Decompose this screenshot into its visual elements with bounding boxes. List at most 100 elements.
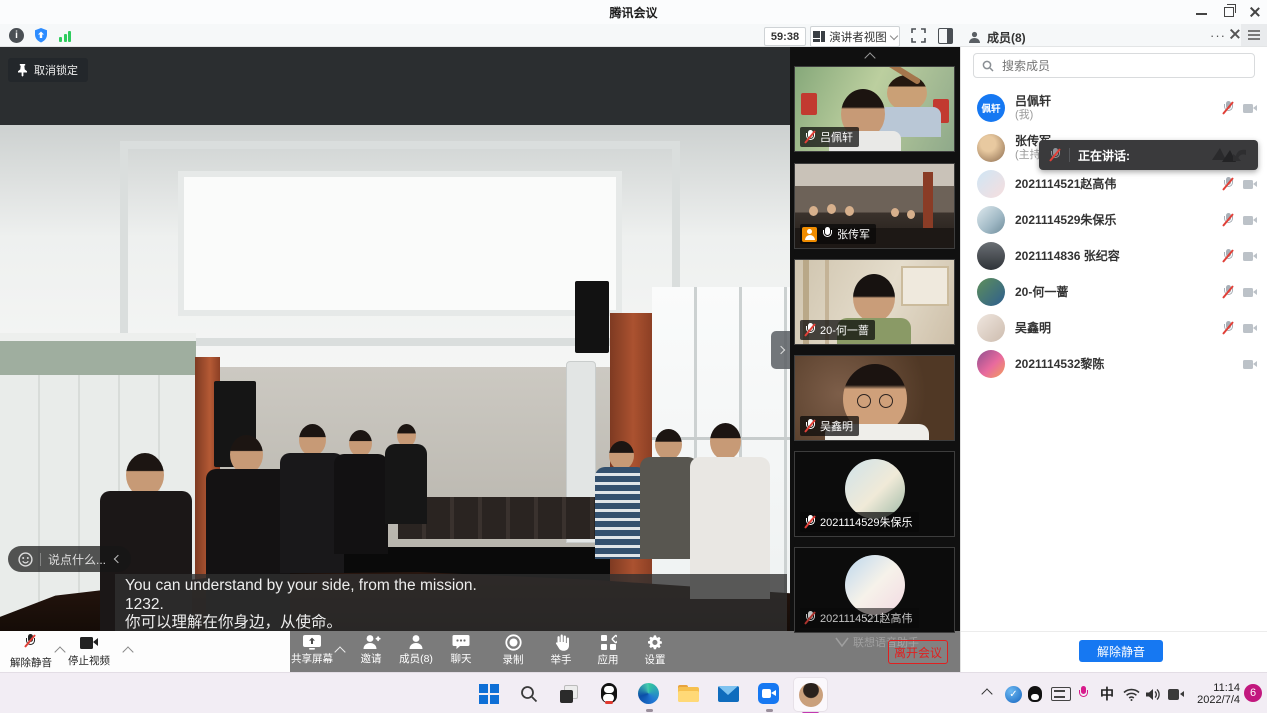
camera-off-icon[interactable]	[1243, 324, 1257, 333]
video-thumbnail[interactable]: 20-何一蔷	[794, 259, 955, 345]
view-mode-selector[interactable]: 演讲者视图	[810, 26, 900, 47]
member-search[interactable]	[973, 53, 1255, 78]
tray-mic-icon[interactable]	[1077, 685, 1090, 703]
notification-badge[interactable]: 6	[1244, 684, 1262, 702]
settings-button[interactable]: 设置	[624, 634, 686, 667]
member-row[interactable]: 2021114521赵高伟	[977, 168, 1257, 200]
file-explorer-icon[interactable]	[676, 681, 701, 706]
meeting-timer: 59:38	[764, 27, 806, 46]
member-status-icons	[1222, 321, 1257, 336]
fullscreen-icon[interactable]	[911, 28, 926, 43]
participant-name: 张传军	[837, 226, 870, 242]
avatar	[977, 134, 1005, 162]
camera-off-icon[interactable]	[1243, 216, 1257, 225]
minimize-button[interactable]	[1196, 13, 1207, 15]
share-screen-button[interactable]: 共享屏幕	[281, 634, 343, 666]
meeting-app-icon[interactable]	[756, 681, 781, 706]
info-icon[interactable]: i	[9, 28, 24, 43]
mic-muted-icon[interactable]	[1222, 213, 1234, 228]
subtitle-line: You can understand by your side, from th…	[125, 577, 777, 596]
clock[interactable]: 11:14 2022/7/4	[1192, 682, 1240, 706]
emoji-icon	[18, 552, 33, 567]
mail-icon[interactable]	[716, 681, 741, 706]
member-row[interactable]: 20-何一蔷	[977, 276, 1257, 308]
member-row[interactable]: 2021114836 张纪容	[977, 240, 1257, 272]
shield-icon[interactable]	[33, 27, 49, 44]
qq-icon[interactable]	[596, 681, 621, 706]
member-name: 2021114532黎陈	[1015, 357, 1104, 372]
volume-icon[interactable]	[1146, 685, 1161, 703]
member-name: 2021114836 张纪容	[1015, 249, 1120, 264]
person-7-head	[655, 429, 682, 460]
collapse-strip-handle[interactable]	[771, 331, 790, 369]
unpin-button[interactable]: 取消锁定	[8, 58, 88, 82]
camera-off-icon[interactable]	[1243, 180, 1257, 189]
tray-security-icon[interactable]: ✓	[1005, 685, 1022, 703]
restore-button[interactable]	[1224, 7, 1234, 17]
stop-video-button[interactable]: 停止视频	[58, 634, 120, 668]
quick-chat-bubble[interactable]: 说点什么...	[8, 546, 131, 572]
camera-off-icon[interactable]	[1243, 288, 1257, 297]
menu-icon[interactable]	[1241, 24, 1267, 46]
leave-meeting-button[interactable]: 离开会议	[888, 640, 948, 664]
search-input[interactable]	[1000, 58, 1246, 74]
wifi-icon[interactable]	[1123, 685, 1140, 703]
edge-icon[interactable]	[636, 681, 661, 706]
video-thumbnail[interactable]: 吴鑫明	[794, 355, 955, 441]
thumbnail-label: 吕佩轩	[800, 127, 859, 147]
more-icon[interactable]: ···	[1210, 28, 1226, 43]
keyboard-icon[interactable]	[1051, 685, 1071, 703]
divider	[40, 553, 41, 566]
participant-name: 20-何一蔷	[820, 322, 869, 338]
close-button[interactable]	[1249, 6, 1261, 18]
unmute-button[interactable]: 解除静音	[0, 634, 62, 670]
active-app-tile[interactable]	[793, 677, 828, 712]
member-row[interactable]: 2021114532黎陈	[977, 348, 1257, 380]
mic-muted-icon[interactable]	[1222, 249, 1234, 264]
camera-off-icon[interactable]	[1243, 252, 1257, 261]
member-row[interactable]: 2021114529朱保乐	[977, 204, 1257, 236]
member-row[interactable]: 佩轩 吕佩轩 (我)	[977, 88, 1257, 128]
meeting-toolbar: i 59:38 演讲者视图 成员(8) ···	[0, 24, 1267, 47]
video-thumbnail[interactable]: 2021114521赵高伟	[794, 547, 955, 633]
task-view-icon[interactable]	[556, 681, 581, 706]
subtitle-line: 你可以理解在你身边，从使命。	[125, 614, 777, 631]
thumbnail-label: 吴鑫明	[800, 416, 859, 436]
camera-off-icon[interactable]	[1243, 360, 1257, 369]
panel-unmute-button[interactable]: 解除静音	[1079, 640, 1163, 662]
member-status-icons	[1222, 285, 1257, 300]
video-thumbnail[interactable]: 吕佩轩	[794, 66, 955, 152]
video-thumbnail[interactable]: 2021114529朱保乐	[794, 451, 955, 537]
app-title: 腾讯会议	[0, 4, 1267, 21]
unmute-label: 解除静音	[0, 655, 62, 670]
tray-expand-chevron[interactable]	[983, 685, 991, 703]
host-badge-icon	[802, 227, 817, 242]
mic-muted-icon	[804, 611, 816, 626]
close-panel-icon[interactable]	[1230, 29, 1240, 39]
member-status-icons	[1222, 249, 1257, 264]
chevron-left-icon[interactable]	[114, 555, 122, 563]
speaker-right	[575, 281, 609, 353]
running-indicator	[646, 709, 653, 712]
search-icon[interactable]	[516, 681, 541, 706]
side-panel-icon[interactable]	[938, 28, 953, 44]
divider	[1069, 148, 1070, 162]
unpin-label: 取消锁定	[34, 62, 78, 78]
windows-start-icon[interactable]	[476, 681, 501, 706]
scroll-up-chevron[interactable]	[866, 51, 874, 65]
mic-muted-icon[interactable]	[1222, 321, 1234, 336]
chevron-right-icon	[776, 346, 784, 354]
mic-muted-icon[interactable]	[1222, 101, 1234, 116]
video-thumbnail[interactable]: 张传军	[794, 163, 955, 249]
member-row[interactable]: 吴鑫明	[977, 312, 1257, 344]
mic-muted-icon[interactable]	[1222, 285, 1234, 300]
member-name: 2021114529朱保乐	[1015, 213, 1116, 228]
network-signal-icon[interactable]	[59, 31, 73, 42]
tray-camera-icon[interactable]	[1168, 685, 1184, 703]
tray-qq-icon[interactable]	[1028, 685, 1042, 703]
members-panel: 佩轩 吕佩轩 (我) 张传军 (主持人... 正在讲话:	[960, 47, 1267, 672]
mic-muted-icon[interactable]	[1222, 177, 1234, 192]
ime-icon[interactable]: 中	[1100, 685, 1114, 703]
camera-off-icon[interactable]	[1243, 104, 1257, 113]
mic-on-icon	[821, 227, 833, 242]
